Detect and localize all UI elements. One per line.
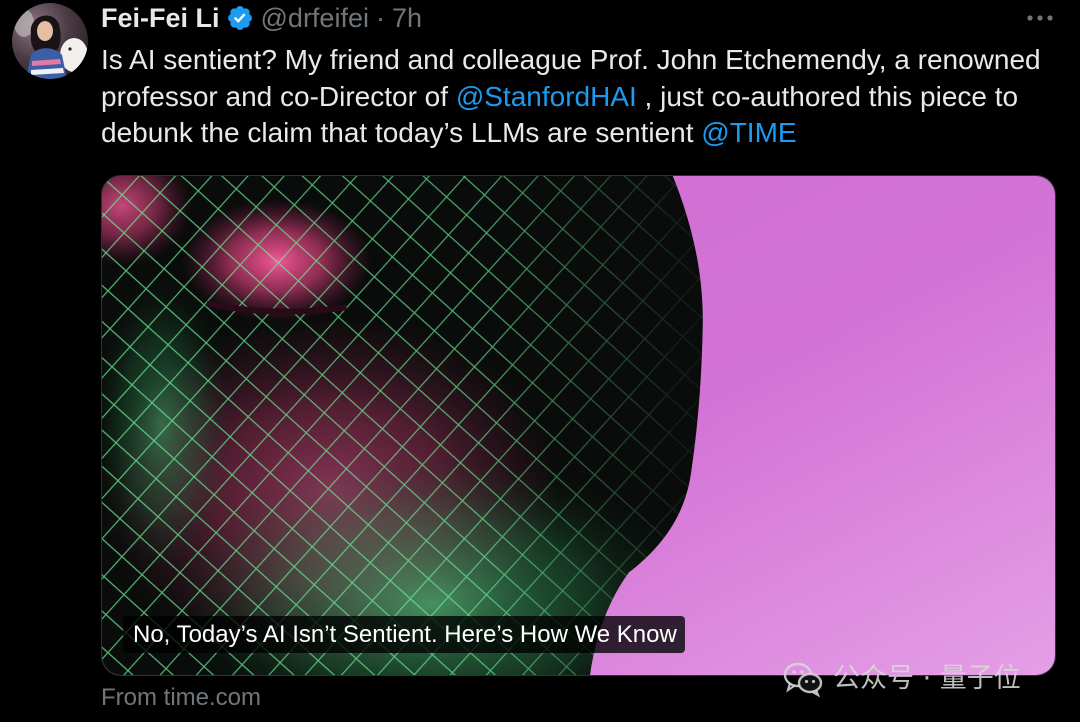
tweet-text: Is AI sentient? My friend and colleague … (101, 42, 1061, 152)
avatar-dog-eye (68, 47, 72, 51)
card-headline: No, Today’s AI Isn’t Sentient. Here’s Ho… (123, 616, 685, 653)
more-horizontal-icon[interactable] (1026, 14, 1054, 22)
card-source-link[interactable]: From time.com (101, 684, 261, 712)
watermark: 公众号 · 量子位 (783, 661, 1021, 697)
watermark-text: 公众号 · 量子位 (833, 663, 1021, 694)
author-name[interactable]: Fei-Fei Li (101, 0, 220, 36)
mention-stanfordhai-link[interactable]: @StanfordHAI (456, 81, 637, 112)
more-horizontal-icon (1027, 15, 1053, 21)
avatar-face (37, 21, 53, 41)
wechat-icon (783, 662, 823, 697)
header-separator: · (375, 3, 385, 33)
tweet-header: Fei-Fei Li @drfeifei · 7h (101, 0, 422, 36)
verified-badge-icon (227, 6, 252, 30)
verified-badge-icon (226, 4, 254, 32)
author-handle[interactable]: @drfeifei (261, 0, 369, 36)
tweet-timestamp[interactable]: 7h (392, 0, 422, 36)
avatar[interactable] (12, 3, 88, 79)
link-preview-card[interactable]: No, Today’s AI Isn’t Sentient. Here’s Ho… (101, 175, 1056, 676)
avatar-photo (12, 3, 88, 79)
mention-time-link[interactable]: @TIME (701, 117, 796, 148)
card-image (102, 176, 1055, 675)
